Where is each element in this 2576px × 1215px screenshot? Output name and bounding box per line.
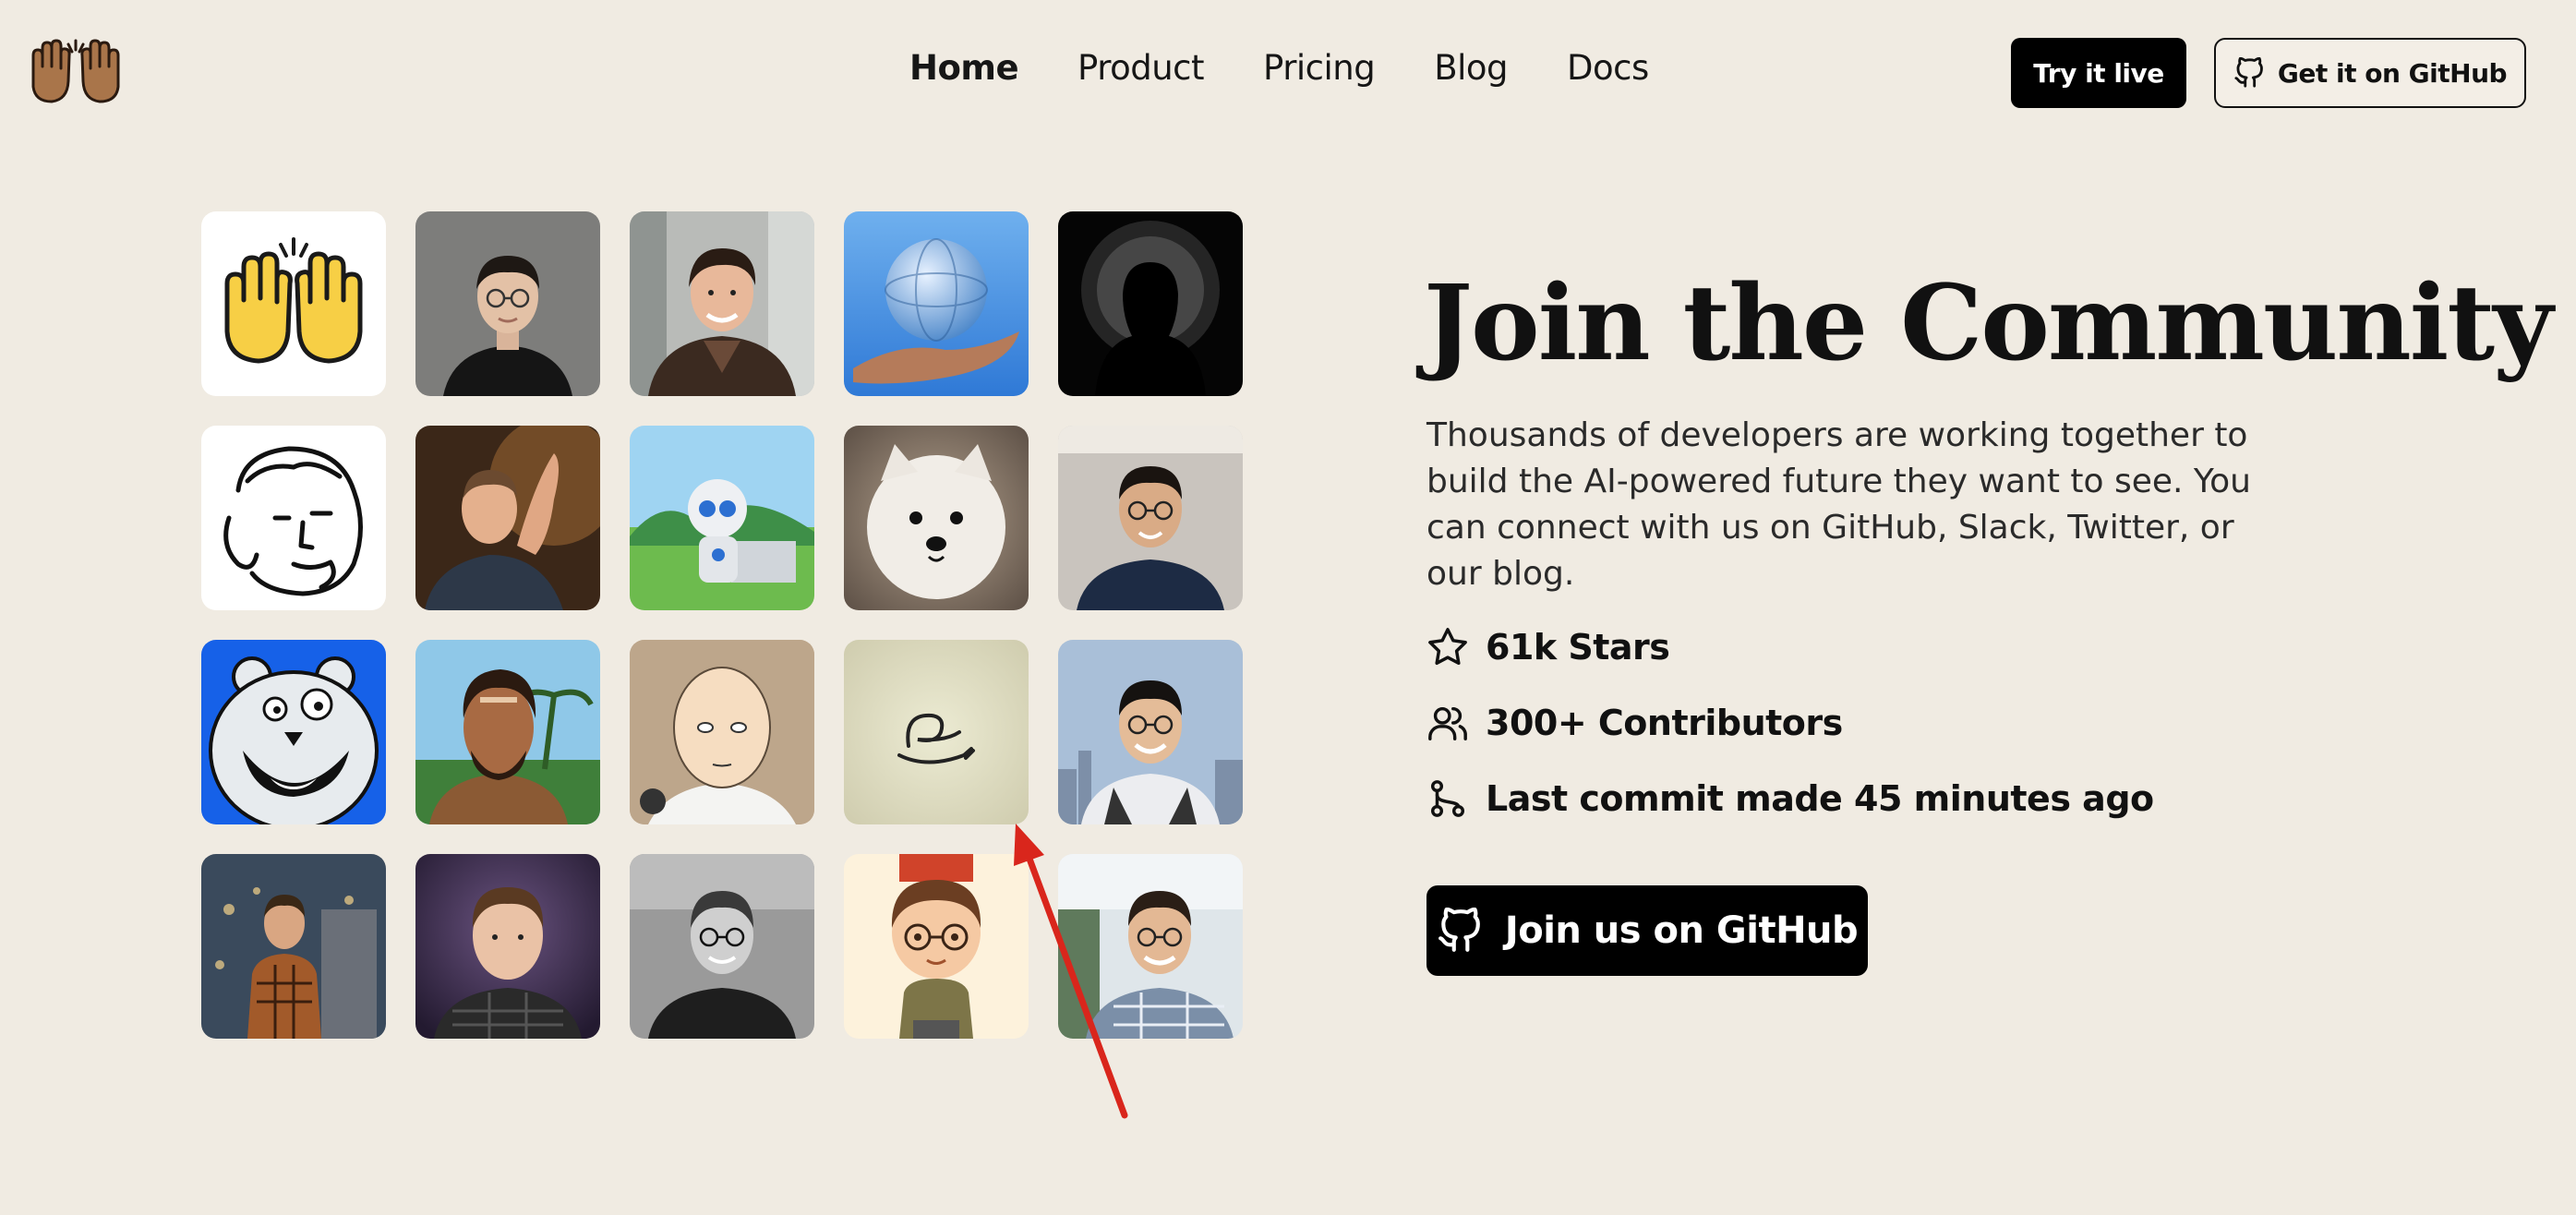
nav-docs[interactable]: Docs (1567, 48, 1649, 88)
avatar[interactable] (844, 426, 1029, 610)
community-page: Home Product Pricing Blog Docs Try it li… (0, 0, 2576, 1215)
nav-pricing[interactable]: Pricing (1263, 48, 1376, 88)
community-description: Thousands of developers are working toge… (1426, 416, 2251, 593)
github-icon (2234, 57, 2263, 88)
avatar[interactable] (201, 426, 386, 610)
avatar[interactable] (415, 426, 600, 610)
avatar[interactable] (415, 640, 600, 824)
avatar[interactable] (630, 640, 814, 824)
stat-last-commit: Last commit made 45 minutes ago (1426, 777, 2154, 820)
stat-last-commit-label: Last commit made 45 minutes ago (1486, 778, 2154, 819)
avatar[interactable] (415, 211, 600, 396)
contributor-avatar-grid (201, 211, 1243, 1039)
avatar[interactable] (1058, 426, 1243, 610)
stat-contributors: 300+ Contributors (1426, 702, 1843, 744)
avatar[interactable] (415, 854, 600, 1039)
avatar[interactable] (1058, 854, 1243, 1039)
get-it-on-github-button[interactable]: Get it on GitHub (2214, 38, 2526, 108)
nav-blog[interactable]: Blog (1434, 48, 1508, 88)
star-icon (1428, 628, 1467, 666)
join-us-on-github-label: Join us on GitHub (1504, 909, 1859, 952)
stat-stars: 61k Stars (1426, 626, 1670, 668)
avatar[interactable] (1058, 211, 1243, 396)
try-it-live-button[interactable]: Try it live (2011, 38, 2186, 108)
nav-home[interactable]: Home (909, 48, 1019, 88)
github-icon (1438, 908, 1480, 952)
git-branch-icon (1430, 780, 1465, 817)
get-it-on-github-label: Get it on GitHub (2277, 57, 2508, 89)
avatar[interactable] (630, 854, 814, 1039)
join-us-on-github-button[interactable]: Join us on GitHub (1426, 885, 1868, 976)
try-it-live-label: Try it live (2033, 57, 2164, 89)
stat-stars-label: 61k Stars (1486, 627, 1670, 668)
avatar[interactable] (201, 854, 386, 1039)
users-icon (1428, 706, 1467, 740)
nav-product[interactable]: Product (1077, 48, 1204, 88)
avatar[interactable] (630, 426, 814, 610)
avatar[interactable] (201, 211, 386, 396)
avatar[interactable] (201, 640, 386, 824)
avatar[interactable] (844, 854, 1029, 1039)
stat-contributors-label: 300+ Contributors (1486, 703, 1843, 743)
avatar[interactable] (630, 211, 814, 396)
avatar[interactable] (844, 640, 1029, 824)
page-title: Join the Community (1424, 263, 2553, 384)
avatar[interactable] (1058, 640, 1243, 824)
avatar[interactable] (844, 211, 1029, 396)
raised-hands-icon[interactable] (26, 39, 126, 105)
main-nav: Home Product Pricing Blog Docs (909, 48, 1649, 88)
